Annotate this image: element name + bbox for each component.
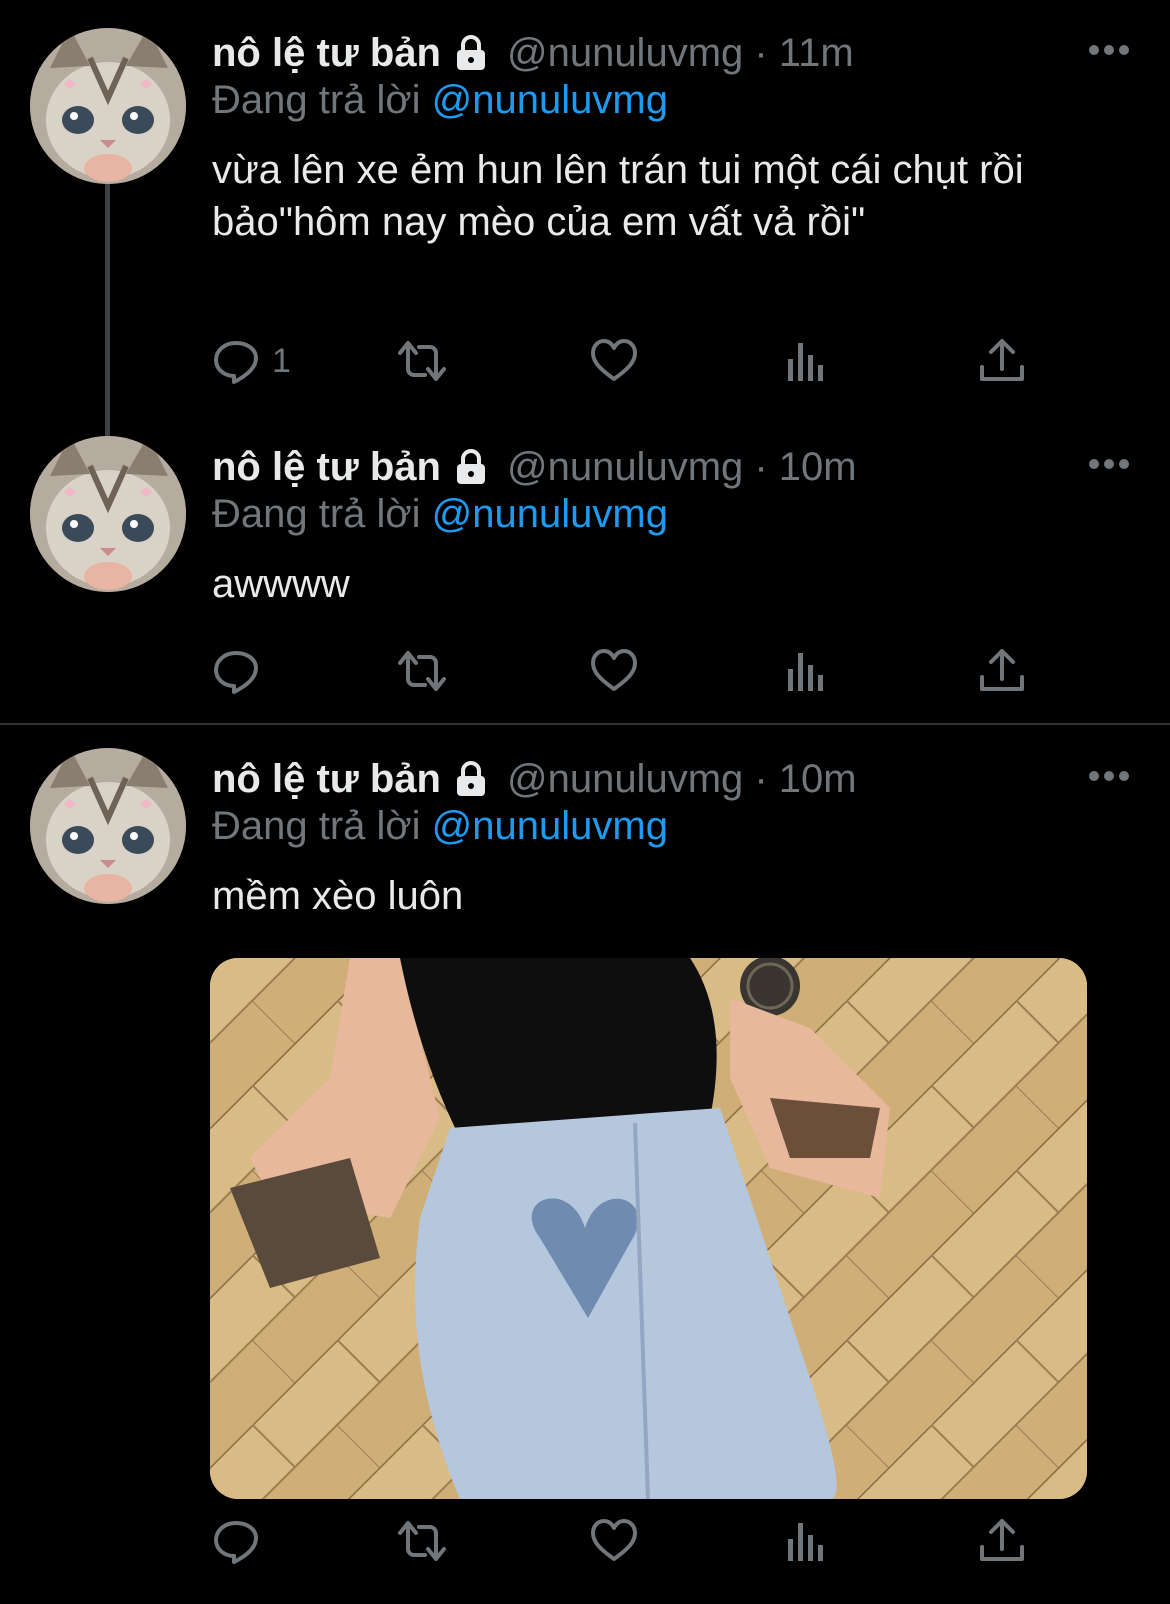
views-button[interactable] — [782, 1516, 830, 1566]
tweet-divider — [0, 723, 1170, 725]
views-icon — [782, 1517, 830, 1565]
lock-icon — [451, 759, 491, 799]
views-icon — [782, 647, 830, 695]
like-button[interactable] — [590, 646, 638, 696]
like-icon — [590, 1517, 638, 1565]
replying-to-line: Đang trả lời @nunuluvmg — [212, 492, 668, 537]
reply-button[interactable] — [212, 1516, 272, 1566]
cat-avatar-icon — [30, 28, 186, 184]
display-name[interactable]: nô lệ tư bản — [212, 31, 441, 76]
tweet[interactable]: nô lệ tư bản @nunuluvmg · 11m Đang trả l… — [0, 0, 1170, 436]
more-icon[interactable] — [1088, 44, 1130, 56]
replying-to-mention[interactable]: @nunuluvmg — [432, 492, 668, 536]
cat-avatar-icon — [30, 436, 186, 592]
display-name[interactable]: nô lệ tư bản — [212, 445, 441, 490]
replying-prefix: Đang trả lời — [212, 804, 421, 848]
action-bar — [212, 1516, 1032, 1566]
handle-and-time: @nunuluvmg · 10m — [506, 444, 857, 489]
share-button[interactable] — [978, 336, 1026, 386]
lock-icon — [451, 447, 491, 487]
reply-icon — [212, 647, 260, 695]
tweet-text: vừa lên xe ẻm hun lên trán tui một cái c… — [212, 148, 1024, 244]
retweet-button[interactable] — [398, 336, 446, 386]
replying-to-line: Đang trả lời @nunuluvmg — [212, 78, 668, 123]
replying-to-mention[interactable]: @nunuluvmg — [432, 804, 668, 848]
thread-connector — [105, 184, 110, 436]
retweet-icon — [398, 647, 446, 695]
handle-and-time: @nunuluvmg · 11m — [506, 30, 854, 75]
tweet[interactable]: nô lệ tư bản @nunuluvmg · 10m Đang trả l… — [0, 436, 1170, 724]
avatar[interactable] — [30, 28, 186, 184]
views-icon — [782, 337, 830, 385]
avatar[interactable] — [30, 748, 186, 904]
replying-prefix: Đang trả lời — [212, 78, 421, 122]
more-icon[interactable] — [1088, 770, 1130, 782]
reply-icon — [212, 337, 260, 385]
display-name[interactable]: nô lệ tư bản — [212, 757, 441, 802]
more-icon[interactable] — [1088, 458, 1130, 470]
share-button[interactable] — [978, 646, 1026, 696]
action-bar — [212, 646, 1032, 696]
action-bar: 1 — [212, 336, 1032, 386]
replying-to-line: Đang trả lời @nunuluvmg — [212, 804, 668, 849]
lock-icon — [451, 33, 491, 73]
retweet-button[interactable] — [398, 646, 446, 696]
replying-to-mention[interactable]: @nunuluvmg — [432, 78, 668, 122]
tweet-header: nô lệ tư bản @nunuluvmg · 10m — [212, 754, 857, 804]
handle-and-time: @nunuluvmg · 10m — [506, 756, 857, 801]
reply-button[interactable]: 1 — [212, 336, 291, 386]
like-icon — [590, 337, 638, 385]
share-icon — [978, 337, 1026, 385]
like-button[interactable] — [590, 336, 638, 386]
share-icon — [978, 1517, 1026, 1565]
replying-prefix: Đang trả lời — [212, 492, 421, 536]
share-icon — [978, 647, 1026, 695]
retweet-button[interactable] — [398, 1516, 446, 1566]
avatar[interactable] — [30, 436, 186, 592]
tweet-text: awwww — [212, 562, 350, 606]
photo-image — [210, 958, 1087, 1499]
like-icon — [590, 647, 638, 695]
cat-avatar-icon — [30, 748, 186, 904]
like-button[interactable] — [590, 1516, 638, 1566]
reply-icon — [212, 1517, 260, 1565]
tweet-header: nô lệ tư bản @nunuluvmg · 11m — [212, 28, 854, 78]
retweet-icon — [398, 337, 446, 385]
reply-count: 1 — [272, 341, 291, 380]
share-button[interactable] — [978, 1516, 1026, 1566]
retweet-icon — [398, 1517, 446, 1565]
tweet-photo[interactable] — [210, 958, 1087, 1499]
tweet-text: mềm xèo luôn — [212, 874, 464, 918]
views-button[interactable] — [782, 336, 830, 386]
views-button[interactable] — [782, 646, 830, 696]
tweet-header: nô lệ tư bản @nunuluvmg · 10m — [212, 442, 857, 492]
reply-button[interactable] — [212, 646, 272, 696]
